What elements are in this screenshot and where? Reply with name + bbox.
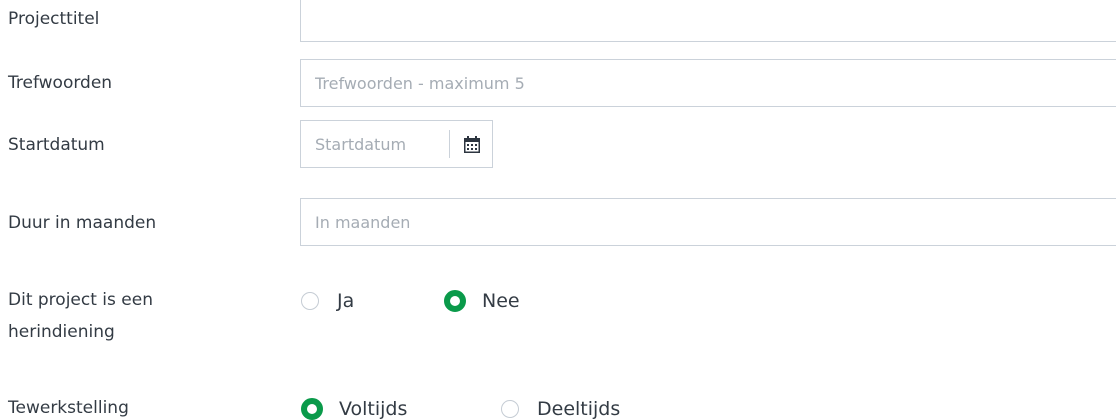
resubmission-option-label: Nee	[482, 290, 520, 312]
start-date-input[interactable]	[301, 121, 449, 167]
radio-checked-icon	[301, 398, 323, 420]
radio-checked-icon	[444, 290, 466, 312]
start-date-field	[300, 120, 493, 168]
duration-label: Duur in maanden	[8, 213, 157, 233]
project-title-input[interactable]	[300, 0, 1116, 42]
calendar-icon	[463, 135, 480, 153]
calendar-button[interactable]	[451, 121, 492, 167]
keywords-label: Trefwoorden	[8, 73, 113, 93]
employment-option-label: Voltijds	[339, 398, 408, 420]
date-divider	[449, 130, 450, 158]
employment-option-label: Deeltijds	[537, 398, 621, 420]
radio-unchecked-icon	[301, 292, 319, 310]
employment-option-voltijds[interactable]: Voltijds	[301, 397, 407, 420]
duration-input[interactable]	[300, 198, 1116, 246]
resubmission-label-line2: herindiening	[8, 322, 115, 342]
resubmission-option-nee[interactable]: Nee	[444, 289, 520, 313]
start-date-label: Startdatum	[8, 135, 105, 155]
resubmission-option-label: Ja	[337, 290, 355, 312]
resubmission-label-line1: Dit project is een	[8, 290, 153, 310]
keywords-input[interactable]	[300, 59, 1116, 107]
employment-label: Tewerkstelling	[8, 398, 129, 418]
resubmission-option-ja[interactable]: Ja	[301, 289, 354, 313]
project-title-label: Projecttitel	[8, 9, 100, 29]
radio-unchecked-icon	[501, 400, 519, 418]
project-form: Projecttitel Trefwoorden Startdatum Duur…	[0, 0, 1116, 420]
employment-option-deeltijds[interactable]: Deeltijds	[501, 397, 620, 420]
